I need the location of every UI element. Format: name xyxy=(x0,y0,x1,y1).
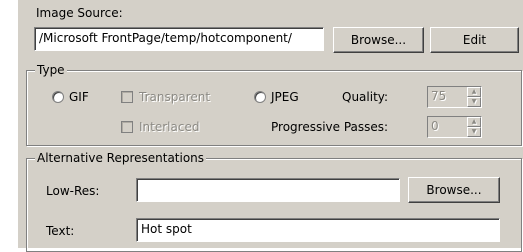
type-group-title: Type xyxy=(35,63,67,77)
interlaced-checkbox[interactable] xyxy=(121,121,133,133)
quality-label: Quality: xyxy=(342,90,389,104)
spin-up-icon[interactable]: ▲ xyxy=(467,87,481,97)
image-properties-dialog: Image Source: /Microsoft FrontPage/temp/… xyxy=(18,0,523,252)
jpeg-radio[interactable] xyxy=(254,91,266,103)
progressive-spin-arrows[interactable]: ▲ ▼ xyxy=(467,117,481,137)
jpeg-label[interactable]: JPEG xyxy=(271,90,299,104)
lowres-label: Low-Res: xyxy=(46,184,100,198)
image-source-label: Image Source: xyxy=(36,6,123,20)
progressive-passes-value: 0 xyxy=(431,119,439,133)
lowres-browse-button[interactable]: Browse... xyxy=(408,177,500,203)
spin-up-icon[interactable]: ▲ xyxy=(467,117,481,127)
interlaced-label: Interlaced xyxy=(139,120,200,134)
lowres-field[interactable] xyxy=(136,178,400,202)
gif-radio[interactable] xyxy=(52,91,64,103)
quality-value: 75 xyxy=(431,89,447,103)
quality-spin-arrows[interactable]: ▲ ▼ xyxy=(467,87,481,107)
spin-down-icon[interactable]: ▼ xyxy=(467,127,481,137)
edit-button[interactable]: Edit xyxy=(430,27,519,53)
alt-text-field[interactable]: Hot spot xyxy=(136,218,500,242)
text-label: Text: xyxy=(46,224,75,238)
image-source-field[interactable]: /Microsoft FrontPage/temp/hotcomponent/ xyxy=(34,27,324,51)
progressive-passes-label: Progressive Passes: xyxy=(271,120,389,134)
spin-down-icon[interactable]: ▼ xyxy=(467,97,481,107)
gif-label[interactable]: GIF xyxy=(69,90,89,104)
browse-button[interactable]: Browse... xyxy=(333,27,424,53)
alternative-representations-title: Alternative Representations xyxy=(35,151,207,165)
transparent-label: Transparent xyxy=(139,90,211,104)
quality-spinner[interactable]: 75 ▲ ▼ xyxy=(427,86,482,108)
progressive-passes-spinner[interactable]: 0 ▲ ▼ xyxy=(427,116,482,138)
transparent-checkbox[interactable] xyxy=(121,91,133,103)
